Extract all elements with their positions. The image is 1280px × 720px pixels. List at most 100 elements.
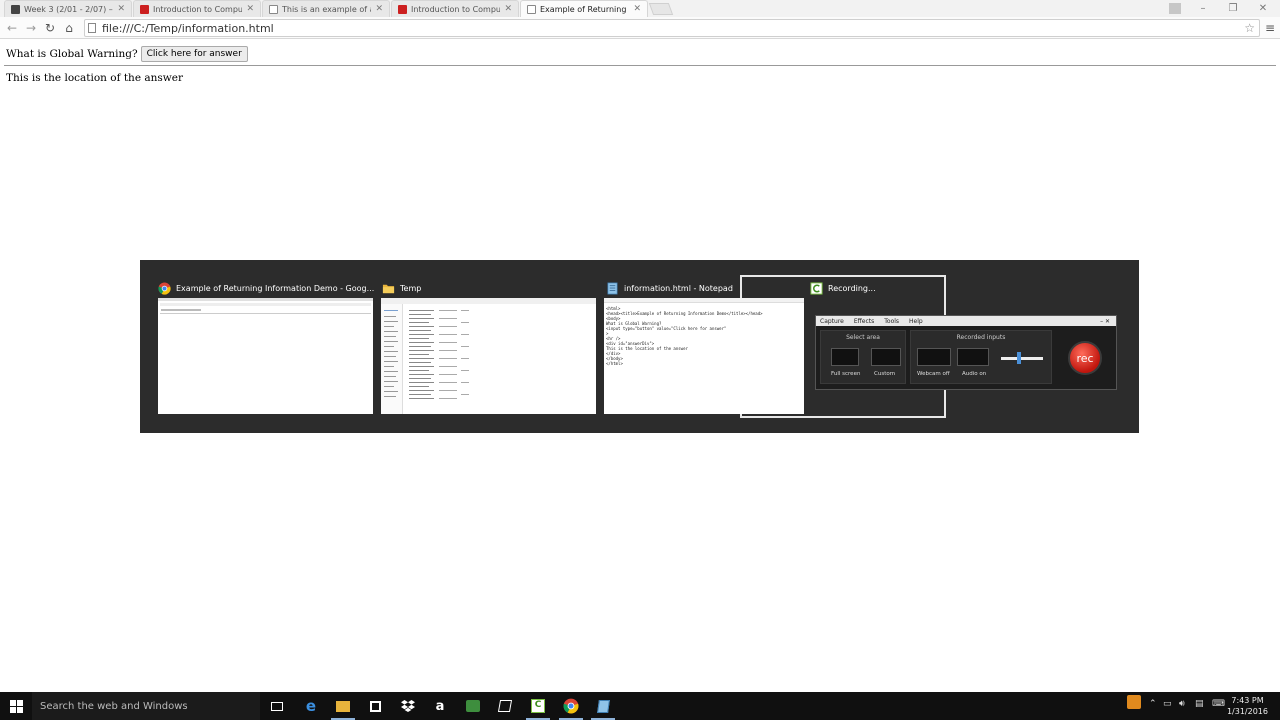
- recorder-close-icon[interactable]: – ✕: [1100, 318, 1110, 325]
- menu-effects[interactable]: Effects: [854, 318, 874, 325]
- close-icon[interactable]: ✕: [375, 4, 383, 14]
- bookmark-star-icon[interactable]: ☆: [1244, 21, 1255, 35]
- menu-help[interactable]: Help: [909, 318, 923, 325]
- notification-icon[interactable]: ▤: [1195, 699, 1204, 709]
- notepad-thumbnail[interactable]: <html> <head><title>Example of Returning…: [604, 298, 804, 414]
- task-view-icon[interactable]: [268, 697, 286, 715]
- tab-title: Introduction to Computer: [411, 4, 500, 14]
- window-title: Example of Returning Information Demo - …: [176, 283, 375, 293]
- store-icon[interactable]: [366, 697, 384, 715]
- close-icon[interactable]: ✕: [117, 4, 125, 14]
- volume-icon[interactable]: 🔊︎: [1179, 699, 1185, 709]
- dropbox-icon[interactable]: [399, 697, 417, 715]
- temp-folder-thumbnail[interactable]: [381, 298, 596, 414]
- reload-button[interactable]: ↻: [42, 20, 58, 36]
- chevron-up-icon[interactable]: ⌃: [1149, 699, 1157, 709]
- new-tab-button[interactable]: [648, 3, 674, 15]
- window-header: Temp: [382, 279, 421, 297]
- pen-app-icon[interactable]: [496, 697, 514, 715]
- recorded-inputs-title: Recorded inputs: [956, 334, 1006, 341]
- question-label: What is Global Warning?: [6, 48, 138, 60]
- tray-app-icon[interactable]: [1127, 695, 1141, 712]
- tab-title: Week 3 (2/01 - 2/07) – CI: [24, 4, 114, 14]
- home-button[interactable]: ⌂: [61, 20, 77, 36]
- audio-button[interactable]: [957, 348, 989, 366]
- close-icon[interactable]: ✕: [246, 4, 254, 14]
- chrome-icon: [158, 281, 171, 295]
- tab-intro-computer-1[interactable]: Introduction to Computer ✕: [133, 0, 261, 17]
- address-text: file:///C:/Temp/information.html: [102, 21, 274, 35]
- screen: Week 3 (2/01 - 2/07) – CI ✕ Introduction…: [0, 0, 1280, 720]
- volume-slider[interactable]: [1001, 357, 1043, 360]
- window-header: Example of Returning Information Demo - …: [158, 279, 374, 297]
- close-icon[interactable]: ✕: [633, 4, 641, 14]
- camtasia-icon: [810, 281, 823, 295]
- chrome-thumbnail[interactable]: [158, 298, 373, 414]
- tab-intro-computer-2[interactable]: Introduction to Computer ✕: [391, 0, 519, 17]
- profile-icon[interactable]: [1161, 0, 1189, 17]
- volume-slider-thumb[interactable]: [1017, 352, 1021, 364]
- notepad-icon: [607, 282, 618, 294]
- webcam-label: Webcam off: [917, 371, 950, 377]
- tab-week3[interactable]: Week 3 (2/01 - 2/07) – CI ✕: [4, 0, 132, 17]
- recorded-inputs-section: Recorded inputs Webcam off Audio on: [910, 330, 1052, 384]
- window-header: Recording...: [810, 279, 876, 297]
- menu-icon[interactable]: ≡: [1262, 20, 1278, 36]
- recorder-thumbnail[interactable]: Capture Effects Tools Help – ✕ Select ar…: [815, 315, 1117, 390]
- taskbar-search[interactable]: Search the web and Windows: [32, 692, 260, 720]
- close-icon[interactable]: ✕: [504, 4, 512, 14]
- code-line: <head><title>Example of Returning Inform…: [606, 311, 763, 316]
- tab-title: Example of Returning Info: [540, 4, 629, 14]
- answer-div: This is the location of the answer: [6, 72, 183, 84]
- clock-date: 1/31/2016: [1226, 707, 1268, 716]
- camtasia-taskbar-icon[interactable]: C: [526, 697, 550, 720]
- folder-icon: [382, 284, 395, 293]
- windows-start-icon[interactable]: [10, 700, 23, 713]
- chrome-taskbar-icon[interactable]: [559, 697, 583, 720]
- blackboard-icon: [11, 4, 20, 14]
- minimize-button[interactable]: –: [1189, 0, 1217, 17]
- audio-label: Audio on: [962, 371, 987, 377]
- task-switcher: Example of Returning Information Demo - …: [140, 260, 1139, 433]
- custom-button[interactable]: [871, 348, 901, 366]
- tripadvisor-icon[interactable]: [464, 697, 482, 715]
- full-screen-label: Full screen: [831, 371, 861, 377]
- youtube-icon: [140, 4, 149, 14]
- network-icon[interactable]: ▭: [1163, 699, 1172, 709]
- tab-example-returning-info[interactable]: Example of Returning Info ✕: [520, 0, 648, 17]
- answer-button[interactable]: Click here for answer: [140, 46, 248, 62]
- window-title: Recording...: [828, 283, 876, 293]
- window-title: information.html - Notepad: [624, 283, 733, 293]
- youtube-icon: [398, 4, 407, 14]
- horizontal-rule: [4, 65, 1276, 66]
- webcam-button[interactable]: [917, 348, 951, 366]
- recorder-menu: Capture Effects Tools Help – ✕: [816, 316, 1116, 326]
- page-icon: [527, 4, 536, 14]
- browser-toolbar: ← → ↻ ⌂ file:///C:/Temp/information.html…: [0, 17, 1280, 39]
- forward-button[interactable]: →: [23, 20, 39, 36]
- tab-example-a[interactable]: This is an example of an a ✕: [262, 0, 390, 17]
- file-explorer-icon[interactable]: [331, 697, 355, 720]
- notepad-taskbar-icon[interactable]: [591, 697, 615, 720]
- notepad-code: <html> <head><title>Example of Returning…: [606, 306, 763, 366]
- select-area-section: Select area Full screen Custom: [820, 330, 906, 384]
- back-button[interactable]: ←: [4, 20, 20, 36]
- amazon-icon[interactable]: a: [431, 697, 449, 715]
- taskbar-clock[interactable]: 7:43 PM 1/31/2016: [1227, 695, 1268, 717]
- dropbox-glyph: [401, 700, 415, 712]
- full-screen-button[interactable]: [831, 348, 859, 366]
- clock-time: 7:43 PM: [1231, 696, 1264, 705]
- rec-button[interactable]: rec: [1068, 341, 1102, 375]
- window-title: Temp: [400, 283, 422, 293]
- edge-icon[interactable]: e: [302, 697, 320, 715]
- keyboard-icon[interactable]: ⌨︎: [1212, 699, 1225, 709]
- restore-button[interactable]: ❐: [1219, 0, 1247, 17]
- menu-capture[interactable]: Capture: [820, 318, 844, 325]
- select-area-title: Select area: [846, 334, 880, 341]
- tab-strip: Week 3 (2/01 - 2/07) – CI ✕ Introduction…: [0, 0, 1280, 17]
- page-icon: [88, 23, 96, 33]
- custom-label: Custom: [874, 371, 896, 377]
- menu-tools[interactable]: Tools: [884, 318, 899, 325]
- close-window-button[interactable]: ✕: [1249, 0, 1277, 17]
- address-bar[interactable]: file:///C:/Temp/information.html ☆: [84, 19, 1260, 37]
